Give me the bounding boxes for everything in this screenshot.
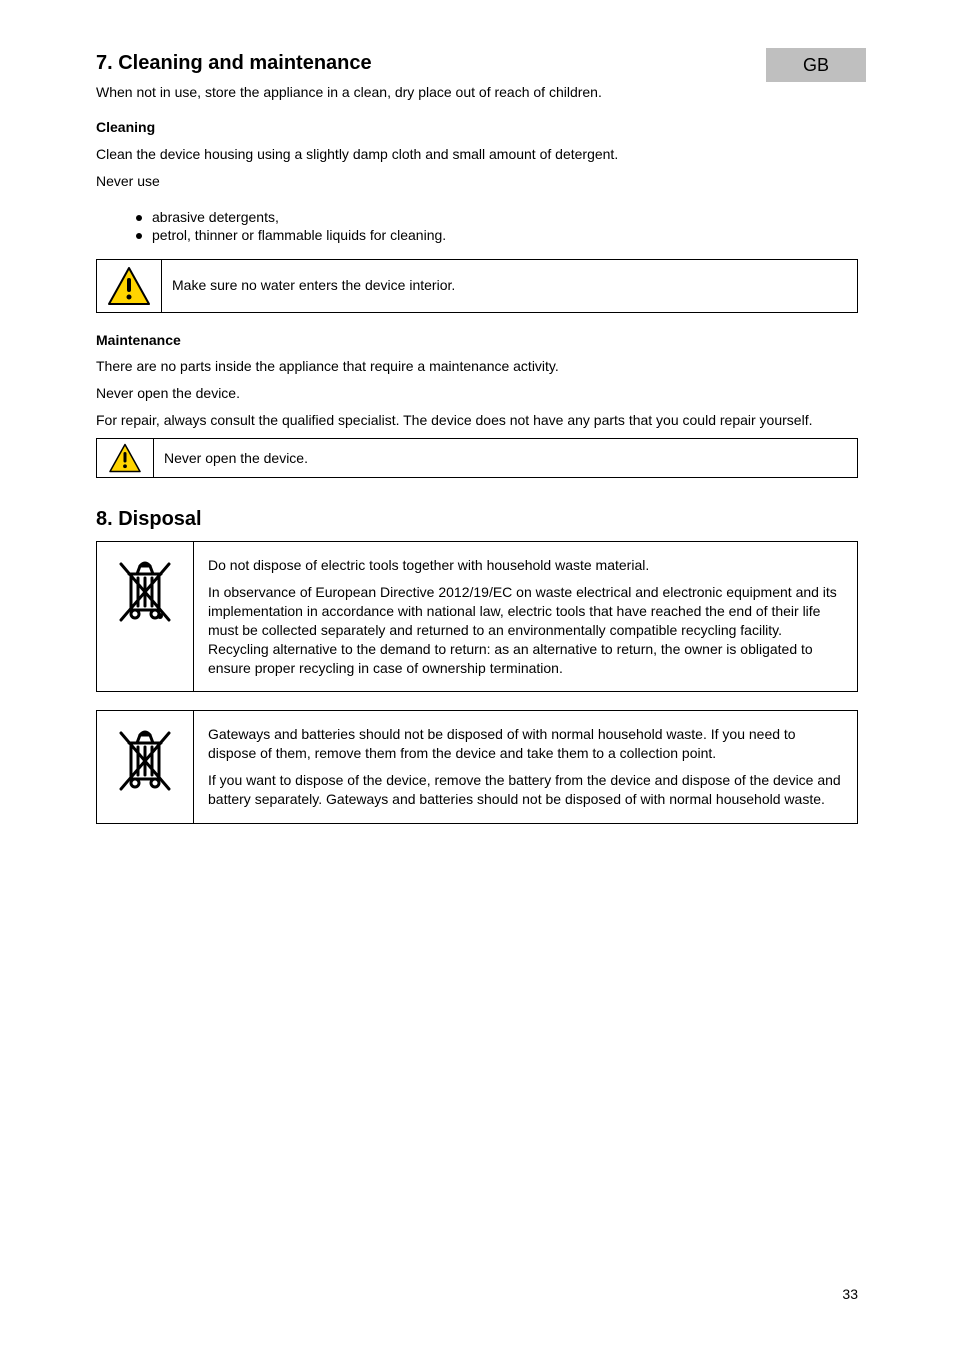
warning-icon xyxy=(108,443,142,473)
warning-box: Make sure no water enters the device int… xyxy=(96,259,858,313)
warning-text: Make sure no water enters the device int… xyxy=(162,259,858,312)
section-heading-8: 8. Disposal xyxy=(96,506,858,533)
disposal-box: Gateways and batteries should not be dis… xyxy=(96,710,858,824)
paragraph: Never use xyxy=(96,172,858,191)
bullet-icon xyxy=(136,233,142,239)
warning-box: Never open the device. xyxy=(96,438,858,478)
bullet-icon xyxy=(136,215,142,221)
warning-icon xyxy=(107,266,151,306)
paragraph: For repair, always consult the qualified… xyxy=(96,411,858,430)
crossed-bin-icon xyxy=(115,556,175,628)
list-item-text: petrol, thinner or flammable liquids for… xyxy=(152,227,446,243)
crossed-bin-icon xyxy=(115,725,175,797)
warning-icon-cell xyxy=(97,439,154,478)
paragraph: Clean the device housing using a slightl… xyxy=(96,145,858,164)
subheading: Maintenance xyxy=(96,331,858,350)
warning-text: Never open the device. xyxy=(154,439,858,478)
subheading: Cleaning xyxy=(96,118,858,137)
disposal-box: Do not dispose of electric tools togethe… xyxy=(96,541,858,692)
paragraph: If you want to dispose of the device, re… xyxy=(208,771,843,809)
page-number: 33 xyxy=(842,1286,858,1302)
disposal-text: Gateways and batteries should not be dis… xyxy=(194,711,858,824)
list-item: petrol, thinner or flammable liquids for… xyxy=(136,227,858,243)
language-tab: GB xyxy=(766,48,866,82)
warning-icon-cell xyxy=(97,259,162,312)
paragraph: When not in use, store the appliance in … xyxy=(96,83,858,102)
paragraph: Do not dispose of electric tools togethe… xyxy=(208,556,843,575)
paragraph: Gateways and batteries should not be dis… xyxy=(208,725,843,763)
list-item-text: abrasive detergents, xyxy=(152,209,279,225)
disposal-text: Do not dispose of electric tools togethe… xyxy=(194,542,858,692)
section-heading-7: 7. Cleaning and maintenance xyxy=(96,52,858,75)
list-item: abrasive detergents, xyxy=(136,209,858,225)
paragraph: Never open the device. xyxy=(96,384,858,403)
paragraph: There are no parts inside the appliance … xyxy=(96,357,858,376)
page: GB 7. Cleaning and maintenance When not … xyxy=(0,0,954,1350)
bullet-list: abrasive detergents, petrol, thinner or … xyxy=(136,209,858,243)
paragraph: In observance of European Directive 2012… xyxy=(208,583,843,677)
language-label: GB xyxy=(803,55,829,76)
weee-icon-cell xyxy=(97,711,194,824)
weee-icon-cell xyxy=(97,542,194,692)
